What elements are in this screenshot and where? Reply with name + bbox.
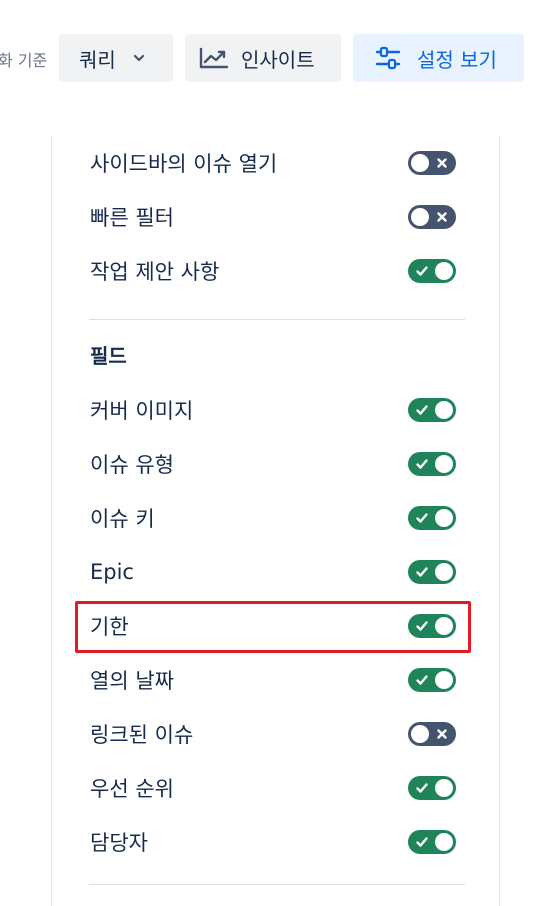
check-icon [416, 459, 428, 469]
field-label: 이슈 키 [90, 507, 155, 531]
check-icon [416, 567, 428, 577]
setting-row-sidebar-issues: 사이드바의 이슈 열기 [89, 143, 459, 183]
toggle-switch-off[interactable] [408, 205, 456, 229]
insight-button-label: 인사이트 [241, 47, 315, 72]
field-row-issue-type: 이슈 유형 [89, 444, 459, 484]
toggle-switch-off[interactable] [408, 151, 456, 175]
setting-label: 작업 제안 사항 [90, 260, 220, 284]
toggle-knob [435, 509, 453, 527]
toggle-switch-on[interactable] [408, 668, 456, 692]
query-button-label: 쿼리 [79, 47, 116, 72]
toggle-switch-on[interactable] [408, 830, 456, 854]
field-label: 커버 이미지 [90, 399, 194, 423]
field-label: 열의 날짜 [90, 669, 174, 693]
section-divider [89, 884, 465, 885]
field-label: Epic [90, 560, 134, 584]
toggle-switch-on[interactable] [408, 560, 456, 584]
section-divider [89, 319, 465, 320]
field-row-assignee: 담당자 [89, 822, 459, 862]
check-icon [416, 405, 428, 415]
board-toolbar: 화 기준 쿼리 인사이트 설정 보기 [0, 0, 551, 110]
field-label: 이슈 유형 [90, 453, 174, 477]
toggle-knob [411, 154, 429, 172]
toggle-knob [435, 779, 453, 797]
toggle-switch-on[interactable] [408, 776, 456, 800]
view-settings-panel: 사이드바의 이슈 열기 빠른 필터 작업 제안 사항 필드 커버 이미지 이슈 … [51, 136, 500, 906]
check-icon [416, 513, 428, 523]
close-icon [437, 729, 447, 739]
toggle-knob [435, 671, 453, 689]
field-row-days-in-column: 열의 날짜 [89, 660, 459, 700]
toggle-knob [435, 262, 453, 280]
field-label: 링크된 이슈 [90, 723, 194, 747]
setting-label: 사이드바의 이슈 열기 [90, 152, 278, 176]
setting-row-quick-filters: 빠른 필터 [89, 197, 459, 237]
field-label: 담당자 [90, 831, 148, 855]
toggle-knob [411, 208, 429, 226]
field-row-linked-issues: 링크된 이슈 [89, 714, 459, 754]
check-icon [416, 675, 428, 685]
toggle-knob [435, 455, 453, 473]
field-row-issue-key: 이슈 키 [89, 498, 459, 538]
check-icon [416, 783, 428, 793]
group-by-label: 화 기준 [0, 51, 48, 70]
toggle-knob [435, 401, 453, 419]
toggle-switch-on[interactable] [408, 452, 456, 476]
toggle-switch-on[interactable] [408, 259, 456, 283]
query-button[interactable]: 쿼리 [59, 34, 173, 82]
close-icon [437, 212, 447, 222]
chevron-down-icon [132, 51, 146, 65]
view-settings-button[interactable]: 설정 보기 [353, 34, 524, 82]
check-icon [416, 837, 428, 847]
fields-section-title: 필드 [90, 344, 127, 368]
toggle-knob [435, 833, 453, 851]
field-row-priority: 우선 순위 [89, 768, 459, 808]
check-icon [416, 266, 428, 276]
toggle-knob [435, 563, 453, 581]
setting-row-work-suggestions: 작업 제안 사항 [89, 251, 459, 291]
line-chart-icon [199, 46, 229, 70]
toggle-knob [411, 725, 429, 743]
field-row-cover-image: 커버 이미지 [89, 390, 459, 430]
close-icon [437, 158, 447, 168]
toggle-switch-on[interactable] [408, 506, 456, 530]
field-label: 우선 순위 [90, 777, 174, 801]
highlight-box [75, 601, 471, 653]
setting-label: 빠른 필터 [90, 206, 174, 230]
insight-button[interactable]: 인사이트 [185, 34, 341, 82]
view-settings-button-label: 설정 보기 [417, 47, 497, 72]
toggle-switch-off[interactable] [408, 722, 456, 746]
field-row-epic: Epic [89, 552, 459, 592]
toggle-switch-on[interactable] [408, 398, 456, 422]
sliders-icon [375, 46, 401, 70]
